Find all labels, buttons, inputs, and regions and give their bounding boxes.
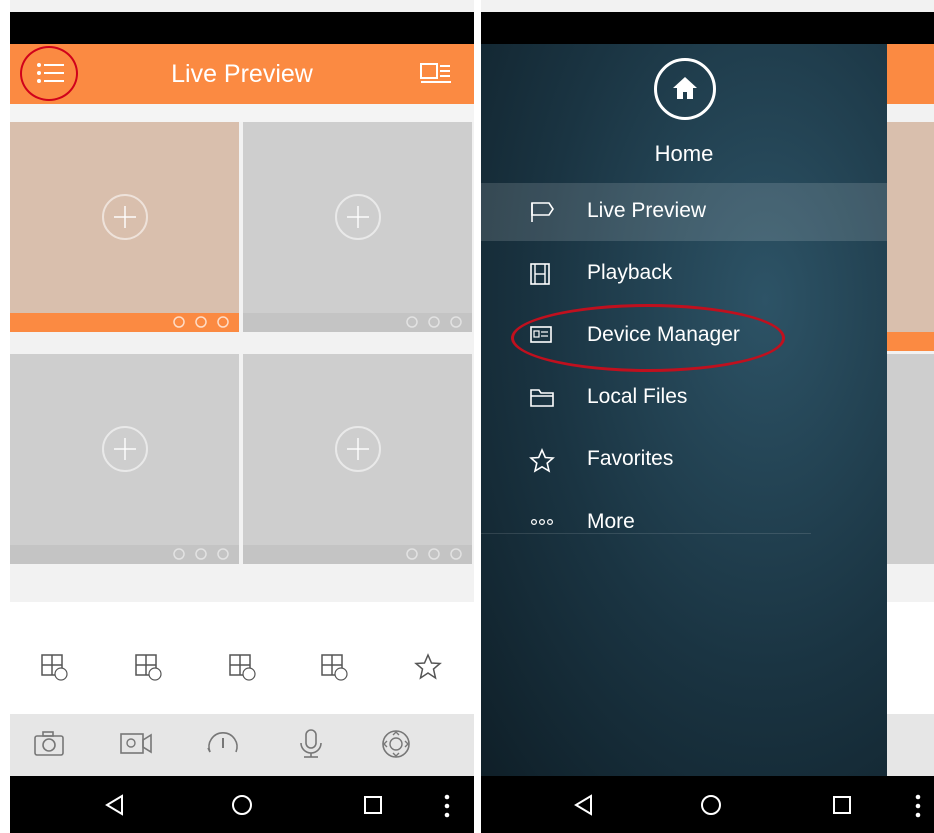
peek-video-cell xyxy=(887,354,934,564)
app-bar: Live Preview xyxy=(10,44,474,104)
cell-controls-icon xyxy=(406,316,462,328)
peek-toolbar xyxy=(887,714,934,776)
drawer-item-live-preview[interactable]: Live Preview xyxy=(481,183,887,241)
more-dots-icon xyxy=(530,519,554,526)
back-icon[interactable] xyxy=(573,793,595,817)
navigation-drawer-screen: Home Live Preview Playback Device Manage… xyxy=(481,0,934,833)
video-icon[interactable] xyxy=(118,728,154,758)
add-channel-icon[interactable] xyxy=(101,426,148,472)
cell-controls-icon xyxy=(173,316,229,328)
drawer-item-label: More xyxy=(587,510,635,533)
home-label: Home xyxy=(654,141,714,166)
home-button[interactable] xyxy=(654,58,716,120)
add-channel-icon[interactable] xyxy=(334,194,381,240)
drawer-item-local-files[interactable]: Local Files xyxy=(481,369,887,427)
live-preview-icon xyxy=(531,202,554,222)
drawer-item-playback[interactable]: Playback xyxy=(481,245,887,303)
recents-icon[interactable] xyxy=(831,793,853,817)
folder-icon xyxy=(530,389,554,407)
back-icon[interactable] xyxy=(104,793,126,817)
drawer-item-more[interactable]: More xyxy=(481,494,887,552)
speedometer-icon[interactable] xyxy=(206,728,240,758)
home-icon[interactable] xyxy=(699,793,723,817)
cell-status-bar xyxy=(243,545,472,564)
video-cell-2[interactable] xyxy=(243,122,472,332)
navigation-drawer: Home Live Preview Playback Device Manage… xyxy=(481,44,887,776)
home-icon[interactable] xyxy=(230,793,254,817)
drawer-item-label: Playback xyxy=(587,261,673,284)
add-channel-icon[interactable] xyxy=(334,426,381,472)
drawer-item-label: Favorites xyxy=(587,447,674,470)
android-nav-bar xyxy=(10,776,474,833)
cell-controls-icon xyxy=(406,548,462,560)
peek-layout-panel xyxy=(887,602,934,714)
bottom-toolbar xyxy=(10,714,474,776)
page-title: Live Preview xyxy=(171,60,313,88)
microphone-icon[interactable] xyxy=(296,728,326,760)
add-channel-icon[interactable] xyxy=(101,194,148,240)
recents-icon[interactable] xyxy=(362,793,384,817)
split-custom-icon[interactable] xyxy=(320,653,348,681)
gap-strip xyxy=(10,104,474,122)
cell-controls-icon xyxy=(173,548,229,560)
cell-status-bar xyxy=(10,313,239,332)
more-vert-icon[interactable] xyxy=(913,793,923,819)
home-icon xyxy=(673,77,697,99)
peek-video-cell xyxy=(887,122,934,332)
split-4-icon[interactable] xyxy=(40,653,68,681)
status-bar xyxy=(10,12,474,44)
video-cell-3[interactable] xyxy=(10,354,239,564)
peek-app-bar xyxy=(887,44,934,104)
peek-cell-bar xyxy=(887,332,934,351)
android-nav-bar xyxy=(481,776,934,833)
ptz-icon[interactable] xyxy=(380,728,412,760)
star-icon[interactable] xyxy=(414,653,442,681)
drawer-item-favorites[interactable]: Favorites xyxy=(481,431,887,489)
device-list-icon[interactable] xyxy=(420,62,452,84)
star-icon xyxy=(529,448,555,473)
cell-status-bar xyxy=(243,313,472,332)
status-bar xyxy=(481,12,934,44)
split-16-icon[interactable] xyxy=(228,653,256,681)
device-manager-highlight xyxy=(511,304,785,372)
video-cell-1[interactable] xyxy=(10,122,239,332)
split-9-icon[interactable] xyxy=(134,653,162,681)
live-preview-screen: Live Preview xyxy=(10,0,474,833)
more-vert-icon[interactable] xyxy=(442,793,452,819)
video-cell-4[interactable] xyxy=(243,354,472,564)
film-icon xyxy=(530,263,550,285)
cell-status-bar xyxy=(10,545,239,564)
layout-selector xyxy=(10,653,474,689)
drawer-item-label: Live Preview xyxy=(587,199,707,222)
camera-icon[interactable] xyxy=(32,728,66,758)
drawer-item-label: Local Files xyxy=(587,385,688,408)
